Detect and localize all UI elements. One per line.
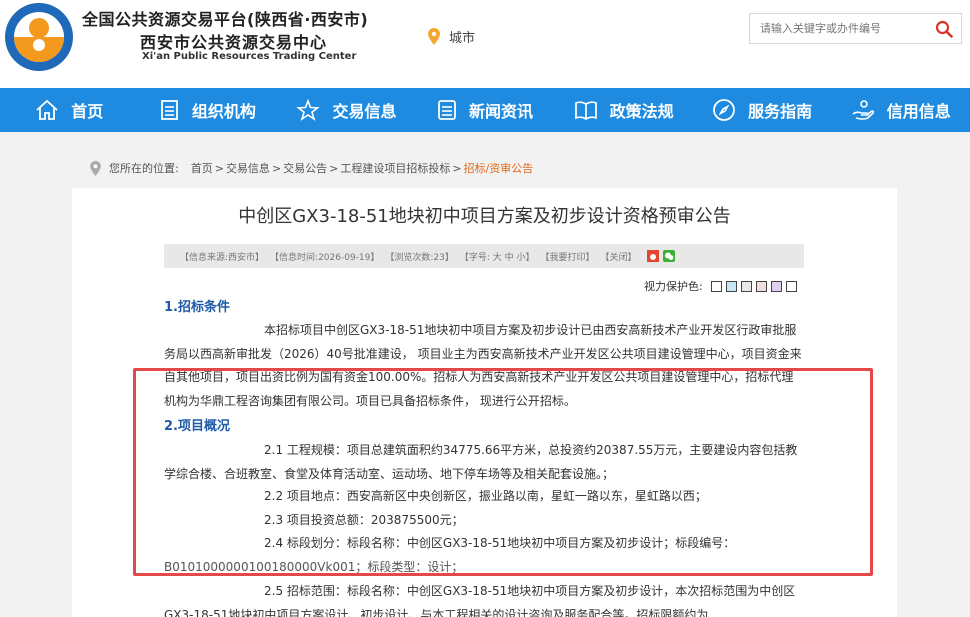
city-label: 城市 bbox=[449, 31, 476, 46]
nav-policy[interactable]: 政策法规 bbox=[554, 88, 693, 132]
meta-time: 【信息时间:2026-09-19】 bbox=[270, 252, 380, 263]
color-swatch-default[interactable] bbox=[785, 280, 797, 292]
breadcrumb-link-announcements[interactable]: 交易公告 bbox=[283, 160, 327, 176]
nav-credit-info-label: 信用信息 bbox=[886, 102, 951, 121]
nav-trading-info[interactable]: 交易信息 bbox=[277, 88, 416, 132]
brand-english: Xi'an Public Resources Trading Center bbox=[142, 51, 357, 62]
nav-service-guide[interactable]: 服务指南 bbox=[693, 88, 832, 132]
location-pin-icon bbox=[428, 28, 440, 45]
search-input[interactable] bbox=[750, 14, 928, 43]
breadcrumb-current[interactable]: 招标/资审公告 bbox=[464, 160, 534, 176]
color-swatch-pink[interactable] bbox=[755, 280, 767, 292]
nav-policy-label: 政策法规 bbox=[609, 102, 674, 121]
brand-title: 全国公共资源交易平台(陕西省·西安市) bbox=[82, 10, 369, 29]
eye-protect-colors: 视力保护色: bbox=[644, 278, 797, 294]
nav-organization[interactable]: 组织机构 bbox=[139, 88, 278, 132]
section-heading-1: 1.招标条件 bbox=[164, 300, 230, 315]
city-selector[interactable]: 城市 bbox=[428, 27, 475, 46]
breadcrumb-link-engineering[interactable]: 工程建设项目招标投标 bbox=[340, 160, 450, 176]
color-swatch-purple[interactable] bbox=[770, 280, 782, 292]
nav-credit-info[interactable]: 信用信息 bbox=[831, 88, 970, 132]
document-icon bbox=[160, 100, 178, 120]
close-button[interactable]: 【关闭】 bbox=[601, 250, 637, 263]
home-icon bbox=[36, 99, 58, 120]
weibo-share-icon[interactable] bbox=[646, 250, 659, 262]
eye-protect-label: 视力保护色: bbox=[644, 280, 703, 293]
compass-icon bbox=[713, 99, 736, 121]
nav-trading-info-label: 交易信息 bbox=[332, 102, 397, 121]
print-button[interactable]: 【我要打印】 bbox=[541, 250, 595, 263]
breadcrumb-link-trading-info[interactable]: 交易信息 bbox=[226, 160, 270, 176]
breadcrumb-link-home[interactable]: 首页 bbox=[191, 160, 213, 176]
highlight-box bbox=[133, 368, 873, 576]
nav-organization-label: 组织机构 bbox=[191, 102, 256, 121]
nav-home[interactable]: 首页 bbox=[0, 88, 139, 132]
color-swatch-blue[interactable] bbox=[725, 280, 737, 292]
hand-icon bbox=[852, 100, 874, 120]
location-pin-icon bbox=[90, 160, 101, 176]
color-swatch-white[interactable] bbox=[710, 280, 722, 292]
item-2-5: 2.5 招标范围：标段名称：中创区GX3-18-51地块初中项目方案及初步设计，… bbox=[164, 584, 796, 617]
article-meta-bar: 【信息来源:西安市】 【信息时间:2026-09-19】 【浏览次数:23】 【… bbox=[164, 244, 804, 268]
site-header: 全国公共资源交易平台(陕西省·西安市) 西安市公共资源交易中心 Xi'an Pu… bbox=[0, 0, 970, 88]
site-logo[interactable] bbox=[4, 2, 74, 72]
nav-home-label: 首页 bbox=[71, 102, 104, 121]
breadcrumb-prefix: 您所在的位置: bbox=[109, 162, 179, 175]
star-icon bbox=[296, 99, 321, 121]
meta-views: 【浏览次数:23】 bbox=[385, 252, 454, 263]
meta-font-size[interactable]: 【字号: 大 中 小】 bbox=[460, 250, 535, 263]
nav-news-label: 新闻资讯 bbox=[469, 102, 534, 121]
search-box bbox=[749, 13, 962, 44]
brand-subtitle: 西安市公共资源交易中心 bbox=[140, 33, 328, 52]
book-icon bbox=[574, 101, 597, 120]
meta-source: 【信息来源:西安市】 bbox=[180, 252, 265, 263]
breadcrumb: 您所在的位置: 首页 > 交易信息 > 交易公告 > 工程建设项目招标投标 > … bbox=[90, 160, 533, 176]
color-swatch-gray[interactable] bbox=[740, 280, 752, 292]
search-icon[interactable] bbox=[935, 20, 953, 38]
wechat-share-icon[interactable] bbox=[662, 250, 675, 262]
list-icon bbox=[438, 100, 456, 120]
nav-service-guide-label: 服务指南 bbox=[748, 102, 813, 121]
article-title: 中创区GX3-18-51地块初中项目方案及初步设计资格预审公告 bbox=[238, 206, 731, 227]
nav-news[interactable]: 新闻资讯 bbox=[416, 88, 555, 132]
main-nav: 首页 组织机构 交易信息 新闻资讯 政策法规 服务指南 信用信息 bbox=[0, 88, 970, 132]
